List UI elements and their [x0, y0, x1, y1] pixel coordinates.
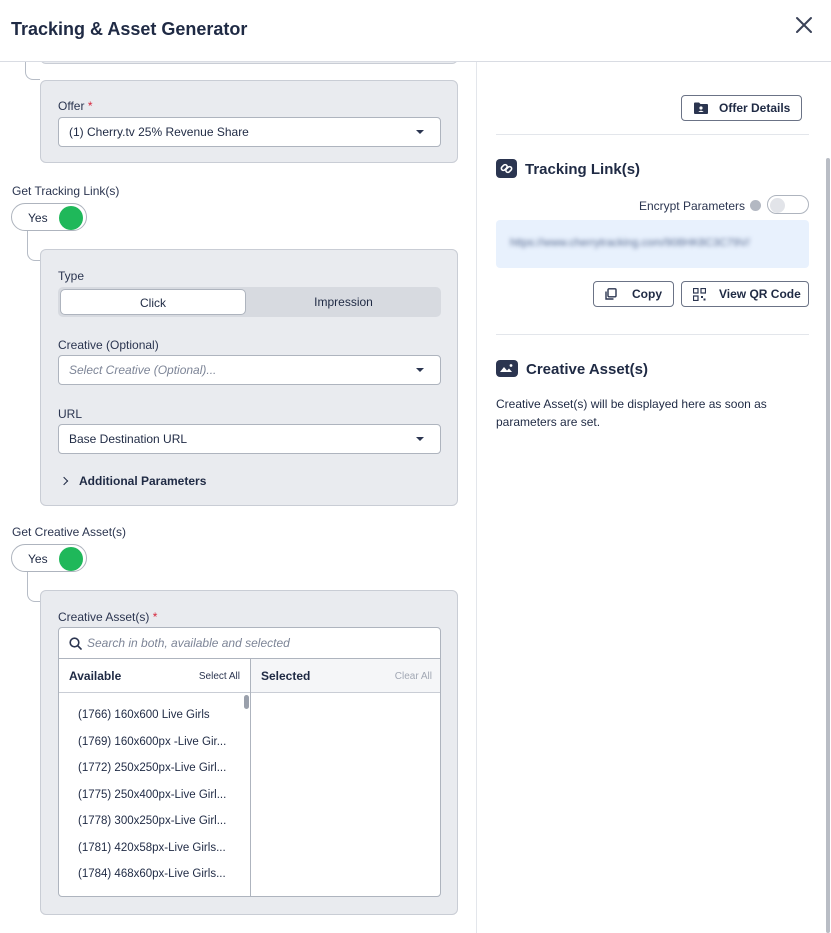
offer-select[interactable]: (1) Cherry.tv 25% Revenue Share [58, 117, 441, 147]
creative-assets-title: Creative Asset(s) [526, 361, 648, 378]
copy-icon [605, 288, 617, 300]
list-scrollbar[interactable] [244, 695, 249, 709]
asset-search-input[interactable]: Search in both, available and selected [59, 628, 440, 659]
available-list: (1766) 160x600 Live Girls (1769) 160x600… [59, 693, 250, 896]
encrypt-parameters-switch[interactable] [767, 195, 809, 214]
list-item[interactable]: (1769) 160x600px -Live Gir... [78, 736, 228, 748]
creative-optional-select[interactable]: Select Creative (Optional)... [58, 355, 441, 385]
type-option-impression[interactable]: Impression [248, 289, 439, 315]
additional-parameters-toggle[interactable]: Additional Parameters [59, 474, 206, 488]
encrypt-parameters-label: Encrypt Parameters [638, 199, 745, 213]
offer-details-button[interactable]: Offer Details [681, 95, 802, 121]
creative-toggle[interactable]: Yes [11, 544, 87, 572]
clear-all-button[interactable]: Clear All [395, 671, 432, 682]
creative-optional-label: Creative (Optional) [58, 338, 159, 352]
switch-knob [770, 197, 785, 213]
list-item[interactable]: (1781) 420x58px-Live Girls... [78, 842, 228, 854]
list-item[interactable]: (1772) 250x250px-Live Girl... [78, 762, 228, 774]
offer-label: Offer * [58, 99, 93, 113]
tracking-section-label: Get Tracking Link(s) [12, 184, 120, 198]
url-select[interactable]: Base Destination URL [58, 424, 441, 454]
dual-list-box: Search in both, available and selected A… [58, 627, 441, 897]
creative-assets-label: Creative Asset(s) * [58, 610, 158, 624]
tree-connector [27, 231, 40, 261]
type-option-click[interactable]: Click [60, 289, 246, 315]
tracking-links-title: Tracking Link(s) [525, 161, 641, 178]
link-icon [496, 159, 517, 178]
creative-assets-message: Creative Asset(s) will be displayed here… [496, 397, 767, 429]
previous-panel-edge [40, 62, 458, 64]
list-item[interactable]: (1766) 160x600 Live Girls [78, 709, 228, 721]
creative-panel: Creative Asset(s) * Search in both, avai… [40, 590, 458, 915]
tree-connector [25, 62, 40, 80]
selected-header: Selected Clear All [251, 659, 440, 693]
list-separator [250, 659, 251, 896]
tree-connector [27, 572, 40, 602]
modal-title: Tracking & Asset Generator [11, 19, 248, 39]
tracking-link-url[interactable]: https://www.cherrytracking.com/908HK8C3C… [510, 237, 750, 249]
form-column: Offer * (1) Cherry.tv 25% Revenue Share … [0, 62, 477, 933]
chevron-down-icon [416, 368, 424, 372]
modal-header: Tracking & Asset Generator [0, 0, 831, 62]
available-header: Available Select All [59, 659, 250, 693]
tracking-panel: Type Click Impression Creative (Optional… [40, 249, 458, 506]
chevron-down-icon [416, 437, 424, 441]
divider [496, 134, 809, 135]
toggle-knob [59, 206, 83, 230]
chevron-down-icon [416, 130, 424, 134]
right-scrollbar[interactable] [826, 158, 830, 933]
toggle-knob [59, 547, 83, 571]
list-item[interactable]: (1784) 468x60px-Live Girls... [78, 868, 228, 880]
folder-user-icon [694, 102, 708, 114]
list-item[interactable]: (1778) 300x250px-Live Girl... [78, 815, 228, 827]
creative-section-label: Get Creative Asset(s) [12, 525, 127, 539]
type-segmented-control: Click Impression [58, 287, 441, 317]
close-icon[interactable] [793, 14, 815, 36]
chevron-right-icon [59, 476, 69, 486]
search-icon [69, 637, 82, 650]
output-column: Offer Details Tracking Link(s) Encrypt P… [477, 62, 831, 933]
divider [496, 334, 809, 335]
url-label: URL [58, 407, 83, 421]
qr-code-icon [693, 288, 706, 301]
select-all-button[interactable]: Select All [199, 671, 240, 682]
list-item[interactable]: (1775) 250x400px-Live Girl... [78, 789, 228, 801]
type-label: Type [58, 269, 85, 283]
tracking-link-box: https://www.cherrytracking.com/908HK8C3C… [496, 220, 809, 268]
view-qr-code-button[interactable]: View QR Code [681, 281, 809, 307]
image-folder-icon [496, 360, 518, 377]
copy-button[interactable]: Copy [593, 281, 674, 307]
info-icon[interactable] [750, 200, 761, 211]
tracking-toggle[interactable]: Yes [11, 203, 87, 231]
offer-panel: Offer * (1) Cherry.tv 25% Revenue Share [40, 80, 458, 163]
